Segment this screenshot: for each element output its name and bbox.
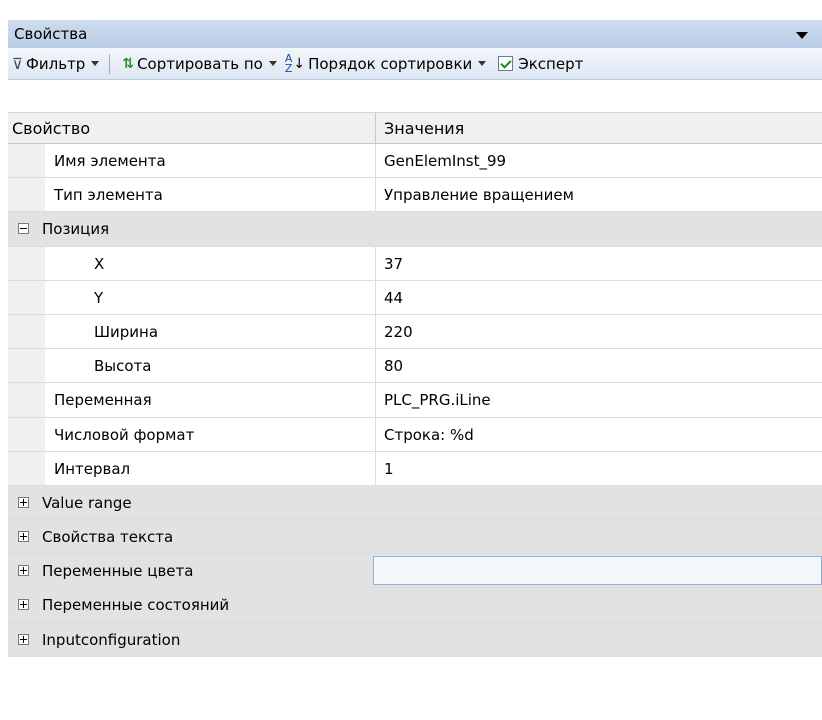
toolbar-separator: [109, 53, 111, 74]
property-row-variable[interactable]: Переменная PLC_PRG.iLine: [8, 383, 822, 418]
property-group-color-variables[interactable]: Переменные цвета: [8, 554, 822, 589]
chevron-down-icon: [478, 61, 487, 66]
property-group-input-configuration[interactable]: Inputconfiguration: [8, 622, 822, 657]
sort-order-button[interactable]: AZ ↓ Порядок сортировки: [281, 51, 490, 75]
property-value[interactable]: GenElemInst_99: [384, 152, 506, 170]
property-row-x[interactable]: X 37: [8, 246, 822, 281]
expand-icon[interactable]: [18, 496, 29, 508]
panel-title-bar: Свойства: [8, 20, 822, 48]
property-row-element-type[interactable]: Тип элемента Управление вращением: [8, 178, 822, 213]
expand-icon[interactable]: [18, 531, 29, 543]
property-value[interactable]: 80: [384, 357, 403, 375]
group-label: Value range: [42, 493, 132, 512]
property-value[interactable]: 37: [384, 255, 403, 273]
property-label: X: [94, 254, 105, 273]
value-edit-box[interactable]: [373, 556, 822, 586]
panel-title: Свойства: [14, 25, 88, 43]
property-row-element-name[interactable]: Имя элемента GenElemInst_99: [8, 144, 822, 179]
sort-by-button[interactable]: ⇅ Сортировать по: [118, 55, 280, 73]
property-label: Имя элемента: [54, 152, 166, 170]
expert-checkbox[interactable]: [498, 56, 514, 71]
property-column-header[interactable]: Свойство: [12, 119, 90, 138]
property-label: Переменная: [54, 391, 152, 410]
property-grid: Имя элемента GenElemInst_99 Тип элемента…: [8, 144, 822, 657]
property-value[interactable]: 220: [384, 323, 413, 341]
expert-label: Эксперт: [518, 54, 584, 73]
expand-icon[interactable]: [18, 565, 29, 577]
property-label: Интервал: [54, 459, 131, 478]
expand-icon[interactable]: [18, 599, 29, 611]
sort-order-label: Порядок сортировки: [308, 54, 473, 73]
property-value[interactable]: 1: [384, 460, 394, 478]
property-row-number-format[interactable]: Числовой формат Строка: %d: [8, 417, 822, 452]
property-group-state-variables[interactable]: Переменные состояний: [8, 588, 822, 623]
property-value[interactable]: Управление вращением: [384, 186, 574, 204]
property-row-interval[interactable]: Интервал 1: [8, 451, 822, 486]
property-label: Тип элемента: [54, 186, 163, 205]
expand-icon[interactable]: [18, 633, 29, 645]
expert-toggle[interactable]: Эксперт: [494, 55, 587, 73]
property-row-y[interactable]: Y 44: [8, 280, 822, 315]
property-group-text-properties[interactable]: Свойства текста: [8, 520, 822, 555]
property-value[interactable]: PLC_PRG.iLine: [384, 391, 491, 409]
property-group-value-range[interactable]: Value range: [8, 485, 822, 521]
group-label: Inputconfiguration: [42, 630, 181, 649]
group-label: Свойства текста: [42, 528, 174, 547]
column-divider[interactable]: [375, 113, 376, 145]
chevron-down-icon: [91, 61, 100, 66]
grid-header: Свойство Значения: [8, 112, 822, 145]
property-value[interactable]: Строка: %d: [384, 426, 474, 444]
sort-az-icon: AZ: [284, 51, 293, 75]
values-column-header[interactable]: Значения: [384, 119, 464, 138]
group-label: Переменные цвета: [42, 562, 194, 581]
group-label: Позиция: [42, 220, 110, 239]
property-row-width[interactable]: Ширина 220: [8, 314, 822, 350]
panel-menu-arrow-icon[interactable]: [796, 32, 808, 39]
group-label: Переменные состояний: [42, 596, 230, 615]
property-value[interactable]: 44: [384, 289, 403, 307]
sort-icon: ⇅: [122, 55, 135, 72]
property-label: Ширина: [94, 322, 159, 341]
chevron-down-icon: [268, 61, 277, 66]
property-row-height[interactable]: Высота 80: [8, 349, 822, 384]
property-label: Y: [94, 288, 104, 307]
down-arrow-icon: ↓: [293, 55, 306, 72]
property-label: Числовой формат: [54, 425, 195, 444]
sort-by-label: Сортировать по: [137, 54, 263, 73]
properties-panel: Свойства ⊽ Фильтр ⇅ Сортировать по AZ ↓ …: [0, 0, 822, 720]
toolbar: ⊽ Фильтр ⇅ Сортировать по AZ ↓ Порядок с…: [8, 48, 822, 80]
filter-icon: ⊽: [12, 54, 23, 73]
filter-label: Фильтр: [25, 54, 86, 73]
property-label: Высота: [94, 357, 152, 376]
property-group-position[interactable]: Позиция: [8, 212, 822, 247]
collapse-icon[interactable]: [18, 223, 29, 235]
filter-button[interactable]: ⊽ Фильтр: [8, 55, 103, 73]
